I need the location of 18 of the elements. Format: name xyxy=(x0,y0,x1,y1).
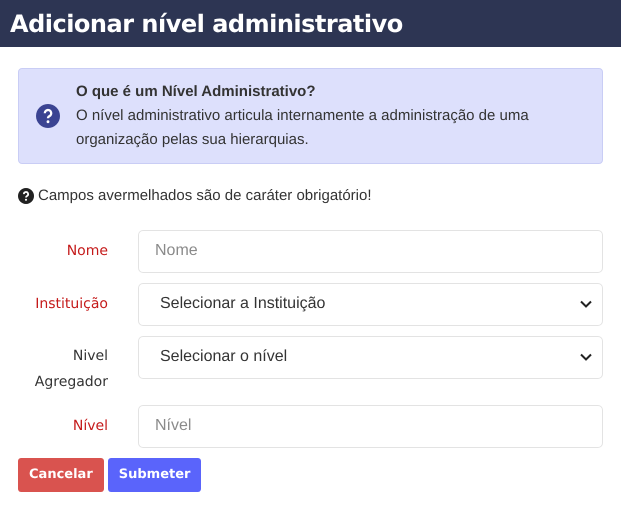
field-label: Instituição xyxy=(35,294,108,314)
chevron-down-icon xyxy=(580,353,592,361)
cancel-button[interactable]: Cancelar xyxy=(18,458,104,492)
text-field[interactable]: Nome xyxy=(138,230,603,272)
help-icon xyxy=(36,104,60,128)
text-field[interactable]: Nível xyxy=(138,404,603,448)
select-field[interactable]: Selecionar o nível xyxy=(138,336,603,378)
field-label: Nivel Agregador xyxy=(34,346,108,392)
info-text: O nível administrativo articula internamente a administração de uma organização pelas sua hierarquias. xyxy=(76,106,530,150)
page-title: Adicionar nível administrativo xyxy=(10,8,403,40)
field-label: Nível xyxy=(72,416,108,436)
chevron-down-icon xyxy=(580,300,592,308)
help-icon xyxy=(18,188,34,204)
select-field[interactable]: Selecionar a Instituição xyxy=(138,282,603,326)
submit-button[interactable]: Submeter xyxy=(108,458,202,492)
field-label: Nome xyxy=(66,242,108,260)
info-title: O que é um Nível Administrativo? xyxy=(76,82,316,102)
required-note: Campos avermelhados são de caráter obrigatório! xyxy=(38,186,372,206)
